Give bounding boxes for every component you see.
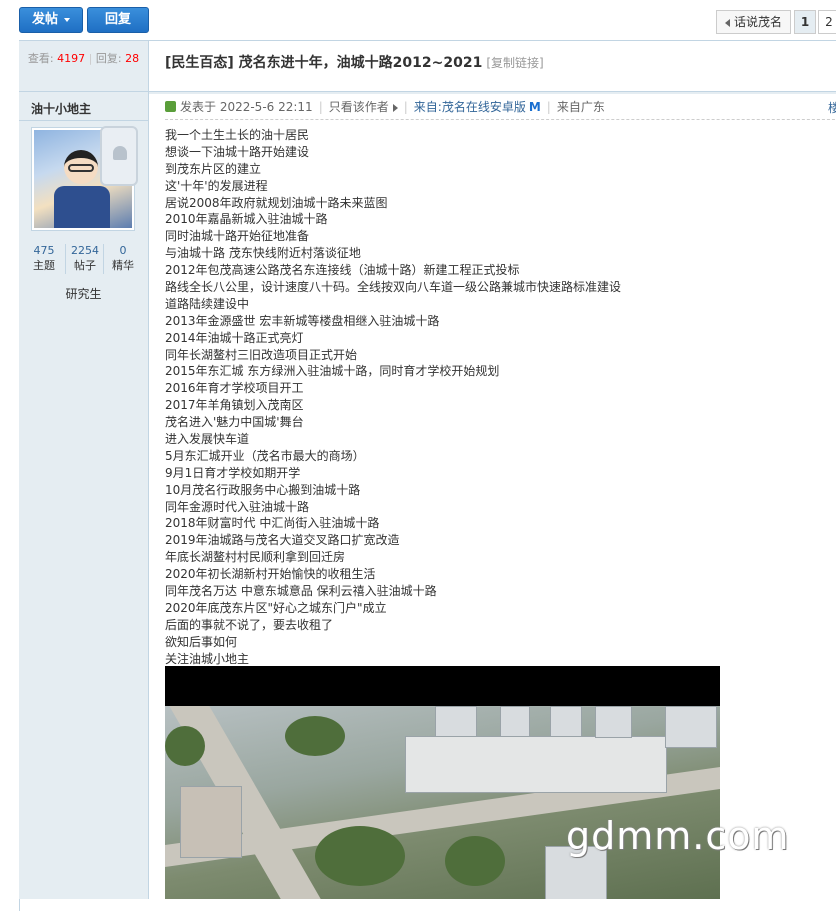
floor-link[interactable]: 楼 bbox=[828, 99, 836, 116]
author-stats: 475 主题 2254 帖子 0 精华 bbox=[25, 244, 143, 274]
app-logo-icon: M bbox=[528, 100, 541, 114]
post-date: 发表于 2022-5-6 22:11 bbox=[180, 100, 313, 114]
stats-divider: | bbox=[88, 52, 93, 65]
post-label: 发帖 bbox=[31, 12, 58, 27]
photo-building bbox=[665, 706, 717, 748]
content-line: 2017年羊角镇划入茂南区 bbox=[165, 398, 304, 413]
content-line: 想谈一下油城十路开始建设 bbox=[165, 144, 310, 159]
new-post-button[interactable]: 发帖 bbox=[19, 7, 83, 33]
avatar-figure-body bbox=[54, 186, 110, 228]
photo-black-band bbox=[165, 666, 720, 706]
content-line: 2018年财富时代 中汇尚街入驻油城十路 bbox=[165, 516, 380, 531]
content-line: 居说2008年政府就规划油城十路未来蓝图 bbox=[165, 195, 388, 210]
content-line: 年底长湖鳌村村民顺利拿到回迁房 bbox=[165, 550, 346, 565]
content-line: 2020年底茂东片区"好心之城东门户"成立 bbox=[165, 600, 387, 615]
content-line: 进入发展快车道 bbox=[165, 432, 250, 447]
mobile-device-icon bbox=[100, 126, 138, 186]
content-line: 与油城十路 茂东快线附近村落谈征地 bbox=[165, 246, 361, 261]
content-line: 关注油城小地主 bbox=[165, 651, 250, 666]
photo-trees bbox=[315, 826, 405, 886]
post-meta: 发表于 2022-5-6 22:11 | 只看该作者 | 来自:茂名在线安卓版 M | 来自广… bbox=[165, 99, 836, 115]
divider bbox=[19, 120, 148, 121]
content-line: 2016年育才学校项目开工 bbox=[165, 381, 304, 396]
stat-label: 精华 bbox=[112, 259, 134, 272]
photo-mall bbox=[405, 736, 667, 793]
page-2-link[interactable]: 2 bbox=[818, 10, 836, 34]
content-line: 同年长湖鳌村三旧改造项目正式开始 bbox=[165, 347, 358, 362]
content-line: 路线全长八公里，设计速度八十码。全线按双向八车道一级公路兼城市快速路标准建设 bbox=[165, 280, 622, 295]
content-line: 2010年嘉晶新城入驻油城十路 bbox=[165, 212, 328, 227]
stat-value: 475 bbox=[33, 244, 55, 257]
chevron-down-icon bbox=[64, 17, 70, 22]
author-stat-digest[interactable]: 0 精华 bbox=[103, 244, 142, 274]
divider bbox=[165, 119, 836, 120]
post-content: 我一个土生土长的油十居民 想谈一下油城十路开始建设 到茂东片区的建立 这'十年'的发展… bbox=[165, 127, 825, 668]
thread-title: [民生百态] 茂名东进十年，油城十路2012~2021 [复制链接] bbox=[165, 52, 544, 72]
content-line: 茂名进入'魅力中国城'舞台 bbox=[165, 415, 304, 430]
arrow-right-icon bbox=[392, 103, 398, 112]
content-line: 2014年油城十路正式亮灯 bbox=[165, 330, 304, 345]
photo-trees bbox=[165, 726, 205, 766]
meta-divider: | bbox=[318, 100, 323, 114]
content-line: 到茂东片区的建立 bbox=[165, 161, 262, 176]
page-1-link[interactable]: 1 bbox=[794, 10, 816, 34]
author-stat-posts[interactable]: 2254 帖子 bbox=[65, 244, 104, 274]
author-name[interactable]: 油十小地主 bbox=[31, 100, 91, 117]
content-line: 2012年包茂高速公路茂名东连接线（油城十路）新建工程正式投标 bbox=[165, 263, 520, 278]
meta-divider: | bbox=[403, 100, 408, 114]
photo-trees bbox=[285, 716, 345, 756]
photo-building bbox=[180, 786, 242, 858]
stat-label: 帖子 bbox=[74, 259, 96, 272]
stat-value: 0 bbox=[119, 244, 127, 257]
android-icon bbox=[113, 146, 127, 160]
reply-button[interactable]: 回复 bbox=[87, 7, 149, 33]
content-line: 2015年东汇城 东方绿洲入驻油城十路，同时育才学校开始规划 bbox=[165, 364, 500, 379]
replies-count: 28 bbox=[125, 52, 140, 65]
back-label: 话说茂名 bbox=[733, 15, 782, 29]
only-author-link[interactable]: 只看该作者 bbox=[329, 100, 389, 114]
content-line: 后面的事就不说了，要去收租了 bbox=[165, 617, 334, 632]
back-to-forum-button[interactable]: 话说茂名 bbox=[716, 10, 791, 34]
content-line: 道路陆续建设中 bbox=[165, 296, 250, 311]
views-count: 4197 bbox=[57, 52, 86, 65]
stat-value: 2254 bbox=[71, 244, 99, 257]
aerial-city-photo bbox=[165, 706, 720, 899]
content-line: 这'十年'的发展进程 bbox=[165, 178, 268, 193]
content-line: 同年茂名万达 中意东城意品 保利云禧入驻油城十路 bbox=[165, 584, 437, 599]
thread-title-text: [民生百态] 茂名东进十年，油城十路2012~2021 bbox=[165, 55, 483, 71]
post-photo[interactable] bbox=[165, 666, 720, 899]
top-toolbar: 发帖 回复 话说茂名 1 2 bbox=[0, 0, 836, 40]
divider bbox=[149, 92, 836, 94]
content-line: 我一个土生土长的油十居民 bbox=[165, 128, 310, 142]
content-line: 欲知后事如何 bbox=[165, 634, 238, 649]
stat-label: 主题 bbox=[33, 259, 55, 272]
author-rank: 研究生 bbox=[65, 287, 102, 301]
author-stat-threads[interactable]: 475 主题 bbox=[25, 244, 63, 274]
photo-trees bbox=[445, 836, 505, 886]
content-line: 2019年油城路与茂名大道交叉路口扩宽改造 bbox=[165, 533, 400, 548]
content-line: 5月东汇城开业（茂名市最大的商场） bbox=[165, 448, 365, 463]
avatar-figure-glasses bbox=[68, 164, 94, 172]
arrow-left-icon bbox=[724, 18, 730, 27]
watermark: gdmm.com bbox=[566, 814, 790, 858]
photo-building bbox=[595, 706, 632, 738]
thread-title-row: [民生百态] 茂名东进十年，油城十路2012~2021 [复制链接] bbox=[149, 41, 836, 92]
content-line: 10月茂名行政服务中心搬到油城十路 bbox=[165, 482, 361, 497]
thread-stats: 查看: 4197 | 回复: 28 bbox=[19, 41, 148, 92]
content-line: 同时油城十路开始征地准备 bbox=[165, 229, 310, 244]
content-line: 2020年初长湖新村开始愉快的收租生活 bbox=[165, 567, 376, 582]
post-location: 来自广东 bbox=[556, 100, 605, 114]
content-line: 9月1日育才学校如期开学 bbox=[165, 465, 301, 480]
replies-label: 回复: bbox=[95, 52, 122, 65]
online-status-icon bbox=[165, 101, 176, 112]
content-line: 同年金源时代入驻油城十路 bbox=[165, 499, 310, 514]
source-link[interactable]: 来自:茂名在线安卓版 bbox=[414, 100, 526, 114]
meta-divider: | bbox=[546, 100, 551, 114]
content-line: 2013年金源盛世 宏丰新城等楼盘相继入驻油城十路 bbox=[165, 313, 440, 328]
views-label: 查看: bbox=[27, 52, 54, 65]
copy-link[interactable]: [复制链接] bbox=[486, 56, 543, 70]
